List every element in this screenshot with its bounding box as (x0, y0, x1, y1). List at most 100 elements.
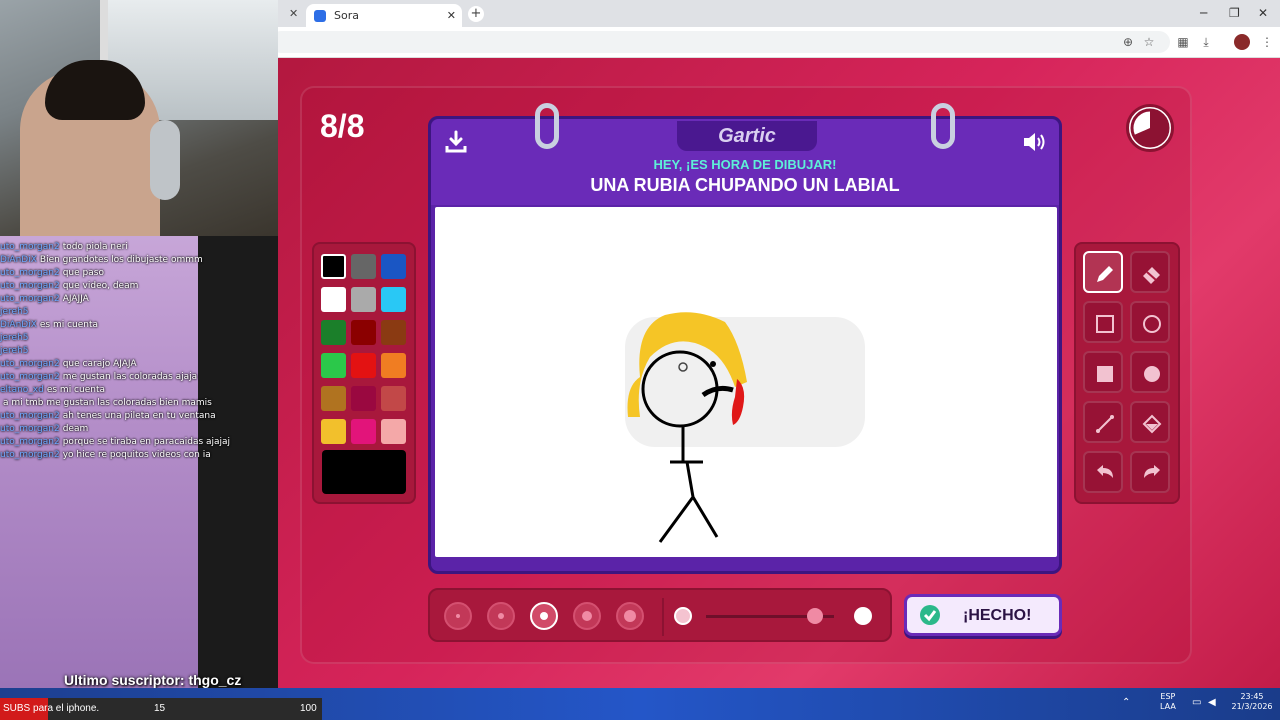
color-swatch[interactable] (321, 386, 346, 411)
chat-text: deam (62, 424, 89, 434)
color-swatch[interactable] (351, 386, 376, 411)
brush-size-3[interactable] (530, 602, 558, 630)
tool-rectangle-outline[interactable] (1083, 301, 1123, 343)
chat-message: uto_morgan2 todo piola neri (0, 242, 300, 252)
chat-message: DiAnDiX Bien grandotes los dibujaste ommm (0, 255, 300, 265)
close-tab-icon[interactable]: ✕ (447, 9, 456, 22)
zoom-icon[interactable]: ⊕ (1120, 34, 1136, 50)
chat-username[interactable]: uto_morgan2 (0, 372, 60, 382)
profile-avatar[interactable] (1234, 34, 1250, 50)
new-tab-button[interactable]: + (468, 6, 484, 22)
done-button[interactable]: ¡HECHO! (904, 594, 1062, 636)
chat-text: ah tenes una pileta en tu ventana (62, 411, 216, 421)
binder-ring (535, 103, 559, 149)
brush-size-5[interactable] (616, 602, 644, 630)
brush-size-dot (582, 611, 592, 621)
clock[interactable]: 23:45 21/3/2026 (1226, 692, 1278, 712)
circle-outline-icon (1143, 315, 1161, 333)
brush-size-dot (456, 614, 460, 618)
color-swatch[interactable] (351, 287, 376, 312)
color-swatch[interactable] (381, 386, 406, 411)
volume-icon[interactable]: ◀ (1208, 698, 1216, 708)
omnibox[interactable] (270, 31, 1170, 53)
network-icon[interactable]: ▭ (1192, 698, 1201, 708)
chat-username[interactable]: uto_morgan2 (0, 437, 60, 447)
drawing-prompt: UNA RUBIA CHUPANDO UN LABIAL (590, 175, 900, 195)
chat-message: uto_morgan2 que carajo AJAJA (0, 359, 300, 369)
subs-goal-text: SUBS para el iphone. (3, 703, 100, 714)
round-counter: 8/8 (320, 108, 365, 144)
brush-size-2[interactable] (487, 602, 515, 630)
chat-username[interactable]: uto_morgan2 (0, 424, 60, 434)
undo-icon (1097, 465, 1113, 478)
color-swatch[interactable] (321, 254, 346, 279)
bookmark-star-icon[interactable]: ☆ (1141, 34, 1157, 50)
tool-pencil[interactable] (1083, 251, 1123, 293)
chat-username[interactable]: DiAnDiX (0, 255, 37, 265)
sound-icon[interactable] (1021, 129, 1047, 155)
chat-username[interactable]: jereh5 (0, 333, 29, 343)
chat-username[interactable]: DiAnDiX (0, 320, 37, 330)
drawing-canvas[interactable] (435, 207, 1057, 557)
minimize-icon[interactable]: ─ (1200, 6, 1207, 20)
color-swatch[interactable] (321, 419, 346, 444)
color-swatch[interactable] (351, 353, 376, 378)
language-indicator[interactable]: ESP LAA (1160, 692, 1176, 712)
chat-username[interactable]: uto_morgan2 (0, 450, 60, 460)
brush-size-4[interactable] (573, 602, 601, 630)
tool-rectangle-filled[interactable] (1083, 351, 1123, 393)
download-drawing-icon[interactable] (443, 129, 469, 155)
close-tab-icon[interactable]: ✕ (289, 7, 298, 20)
language-code: ESP (1160, 692, 1176, 701)
color-swatch[interactable] (321, 353, 346, 378)
tray-chevron-icon[interactable]: ⌃ (1122, 698, 1130, 708)
restore-icon[interactable]: ❐ (1229, 6, 1240, 20)
download-icon[interactable]: ⤓ (1198, 34, 1214, 50)
chat-username[interactable]: uto_morgan2 (0, 242, 60, 252)
color-swatch[interactable] (381, 287, 406, 312)
brush-size-bar (428, 588, 892, 642)
color-swatch[interactable] (381, 320, 406, 345)
tool-undo[interactable] (1083, 451, 1123, 493)
chat-message: jereh5 (0, 307, 300, 317)
menu-icon[interactable]: ⋮ (1259, 34, 1275, 50)
close-window-icon[interactable]: ✕ (1258, 6, 1268, 20)
color-swatch[interactable] (351, 320, 376, 345)
chat-username[interactable]: uto_morgan2 (0, 268, 60, 278)
tool-circle-outline[interactable] (1130, 301, 1170, 343)
tool-eraser[interactable] (1130, 251, 1170, 293)
color-swatch[interactable] (381, 419, 406, 444)
color-swatch[interactable] (351, 419, 376, 444)
clock-time: 23:45 (1240, 692, 1264, 701)
redo-icon (1144, 465, 1160, 478)
timer-icon (1126, 104, 1174, 152)
chat-username[interactable]: uto_morgan2 (0, 411, 60, 421)
chat-username[interactable]: uto_morgan2 (0, 294, 60, 304)
chat-message: uto_morgan2 deam (0, 424, 300, 434)
opacity-slider-knob[interactable] (806, 608, 823, 624)
chat-username[interactable]: eltano_xd (0, 385, 44, 395)
color-swatch[interactable] (321, 320, 346, 345)
chat-text: me gustan las coloradas ajaja (62, 372, 198, 382)
tab-sora[interactable]: Sora ✕ (306, 4, 462, 27)
tool-line[interactable] (1083, 401, 1123, 443)
color-swatch[interactable] (321, 287, 346, 312)
chat-username[interactable]: jereh5 (0, 307, 29, 317)
brush-size-1[interactable] (444, 602, 472, 630)
translate-icon[interactable]: ▦ (1175, 34, 1191, 50)
color-swatch[interactable] (381, 353, 406, 378)
tool-circle-filled[interactable] (1130, 351, 1170, 393)
chat-username[interactable]: uto_morgan2 (0, 359, 60, 369)
color-palette (312, 242, 416, 504)
rectangle-filled-icon (1097, 366, 1113, 382)
brush-size-dot (624, 610, 636, 622)
chat-username[interactable]: jereh5 (0, 346, 29, 356)
chat-text: AJAJJA (62, 294, 89, 304)
tool-fill-bucket[interactable] (1130, 401, 1170, 443)
color-swatch[interactable] (381, 254, 406, 279)
chat-message: eltano_xd es mi cuenta (0, 385, 300, 395)
tool-redo[interactable] (1130, 451, 1170, 493)
pencil-icon (1097, 266, 1113, 282)
chat-username[interactable]: uto_morgan2 (0, 281, 60, 291)
color-swatch[interactable] (351, 254, 376, 279)
